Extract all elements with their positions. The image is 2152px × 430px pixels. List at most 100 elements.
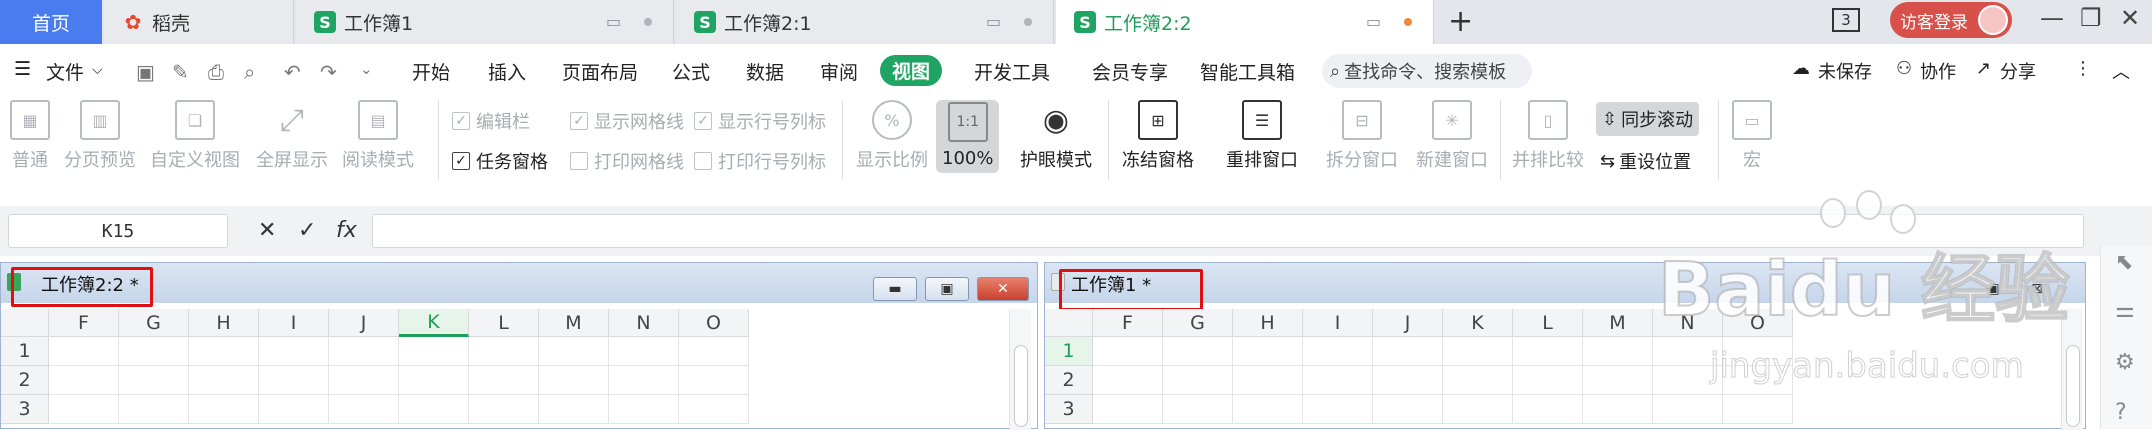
cell-o3[interactable] — [1723, 395, 1793, 424]
row-header-3[interactable]: 3 — [1045, 395, 1093, 424]
tab-book2-2[interactable]: S 工作簿2:2 ▭ — [1056, 0, 1434, 44]
print-headers-checkbox[interactable]: 打印行号列标 — [694, 148, 826, 174]
cell-l3[interactable] — [1513, 395, 1583, 424]
visitor-login-button[interactable]: 访客登录 — [1890, 2, 2012, 38]
column-header-h[interactable]: H — [189, 309, 259, 337]
cell-m1[interactable] — [539, 337, 609, 366]
cell-k2[interactable] — [399, 366, 469, 395]
restore-icon[interactable]: ❐ — [2080, 4, 2102, 32]
sheet-grid[interactable]: FGHIJKLMNO 123 — [1, 309, 1037, 430]
cell-f2[interactable] — [49, 366, 119, 395]
eye-mode-button[interactable]: ◉ 护眼模式 — [1020, 100, 1092, 172]
cell-o1[interactable] — [679, 337, 749, 366]
format-painter-icon[interactable]: ✎ — [172, 60, 189, 84]
column-header-m[interactable]: M — [1583, 309, 1653, 337]
cell-k3[interactable] — [399, 395, 469, 424]
share-button[interactable]: 分享 — [2000, 58, 2036, 84]
cell-n1[interactable] — [609, 337, 679, 366]
normal-view-button[interactable]: ▦ 普通 — [10, 100, 50, 172]
cell-j3[interactable] — [1373, 395, 1443, 424]
arrange-windows-button[interactable]: ☰ 重排窗口 — [1226, 100, 1298, 172]
pane-minimize-button[interactable]: ▬ — [873, 277, 917, 301]
quick-access-dropdown-icon[interactable]: ⌄ — [360, 60, 373, 78]
cell-g2[interactable] — [119, 366, 189, 395]
settings-icon[interactable]: ⚙ — [2115, 350, 2135, 375]
tab-book2-1[interactable]: S 工作簿2:1 ▭ — [676, 0, 1054, 44]
collab-button[interactable]: 协作 — [1920, 58, 1956, 84]
column-header-i[interactable]: I — [1303, 309, 1373, 337]
cell-o1[interactable] — [1723, 337, 1793, 366]
cancel-icon[interactable]: ✕ — [258, 218, 276, 243]
row-header-1[interactable]: 1 — [1, 337, 49, 366]
cell-h3[interactable] — [1233, 395, 1303, 424]
custom-view-button[interactable]: ❏ 自定义视图 — [150, 100, 240, 172]
read-mode-button[interactable]: ▤ 阅读模式 — [342, 100, 414, 172]
freeze-panes-button[interactable]: ⊞ 冻结窗格 — [1122, 100, 1194, 172]
column-header-n[interactable]: N — [1653, 309, 1723, 337]
cell-j2[interactable] — [329, 366, 399, 395]
row-header-2[interactable]: 2 — [1045, 366, 1093, 395]
cell-m2[interactable] — [539, 366, 609, 395]
unsaved-status[interactable]: 未保存 — [1818, 58, 1872, 84]
column-header-o[interactable]: O — [1723, 309, 1793, 337]
confirm-icon[interactable]: ✓ — [298, 218, 316, 243]
pane-maximize-button[interactable]: ▣ — [1973, 277, 2013, 301]
side-by-side-button[interactable]: ▯ 并排比较 — [1512, 100, 1584, 172]
task-pane-checkbox[interactable]: ✓ 任务窗格 — [452, 148, 548, 174]
zoom-100-button[interactable]: 1:1 100% — [936, 100, 1000, 173]
cell-l2[interactable] — [469, 366, 539, 395]
undo-icon[interactable]: ↶ — [284, 60, 301, 84]
function-icon[interactable]: fx — [336, 218, 357, 243]
cell-k2[interactable] — [1443, 366, 1513, 395]
cell-g2[interactable] — [1163, 366, 1233, 395]
help-icon[interactable]: ? — [2115, 400, 2127, 425]
cell-o2[interactable] — [1723, 366, 1793, 395]
menu-file[interactable]: 文件 — [46, 58, 84, 85]
cell-m3[interactable] — [539, 395, 609, 424]
menu-smart-tools[interactable]: 智能工具箱 — [1200, 58, 1295, 85]
cell-i1[interactable] — [259, 337, 329, 366]
column-header-j[interactable]: J — [329, 309, 399, 337]
show-grid-checkbox[interactable]: ✓ 显示网格线 — [570, 108, 684, 134]
cell-i1[interactable] — [1303, 337, 1373, 366]
column-header-g[interactable]: G — [119, 309, 189, 337]
cell-k1[interactable] — [399, 337, 469, 366]
tab-daoke[interactable]: ✿ 稻壳 — [104, 0, 294, 44]
formula-input[interactable] — [372, 214, 2084, 248]
split-window-button[interactable]: ⊟ 拆分窗口 — [1326, 100, 1398, 172]
pane-close-button[interactable]: ⊠ — [2017, 277, 2057, 301]
zoom-ratio-button[interactable]: % 显示比例 — [856, 100, 928, 172]
column-header-h[interactable]: H — [1233, 309, 1303, 337]
scroll-thumb[interactable] — [2066, 345, 2080, 427]
name-box[interactable]: K15 — [8, 214, 228, 248]
cell-h3[interactable] — [189, 395, 259, 424]
cell-f2[interactable] — [1093, 366, 1163, 395]
column-header-m[interactable]: M — [539, 309, 609, 337]
cell-l2[interactable] — [1513, 366, 1583, 395]
pointer-icon[interactable]: ⬉ — [2115, 250, 2133, 275]
reset-position-button[interactable]: ⇆ 重设位置 — [1600, 148, 1691, 174]
monitor-icon[interactable]: ▭ — [1366, 12, 1381, 31]
cell-m2[interactable] — [1583, 366, 1653, 395]
sheet-grid[interactable]: FGHIJKLMNO 123 — [1045, 309, 2085, 430]
menu-page-layout[interactable]: 页面布局 — [562, 58, 638, 85]
cell-f1[interactable] — [49, 337, 119, 366]
new-tab-plus-icon[interactable]: + — [1448, 4, 1473, 39]
monitor-icon[interactable]: ▭ — [606, 12, 621, 31]
vertical-scrollbar[interactable] — [2061, 309, 2083, 430]
row-header-1[interactable]: 1 — [1045, 337, 1093, 366]
cell-k3[interactable] — [1443, 395, 1513, 424]
cell-l1[interactable] — [469, 337, 539, 366]
menu-dev-tools[interactable]: 开发工具 — [974, 58, 1050, 85]
cell-f3[interactable] — [49, 395, 119, 424]
window-count-icon[interactable]: 3 — [1832, 8, 1860, 32]
cell-f3[interactable] — [1093, 395, 1163, 424]
cell-l3[interactable] — [469, 395, 539, 424]
show-headers-checkbox[interactable]: ✓ 显示行号列标 — [694, 108, 826, 134]
menu-data[interactable]: 数据 — [746, 58, 784, 85]
pane-title-bar[interactable]: 工作簿2:2 * ▬ ▣ ✕ — [1, 263, 1037, 303]
cell-o2[interactable] — [679, 366, 749, 395]
scroll-thumb[interactable] — [1014, 345, 1028, 427]
menu-review[interactable]: 审阅 — [820, 58, 858, 85]
menu-insert[interactable]: 插入 — [488, 58, 526, 85]
